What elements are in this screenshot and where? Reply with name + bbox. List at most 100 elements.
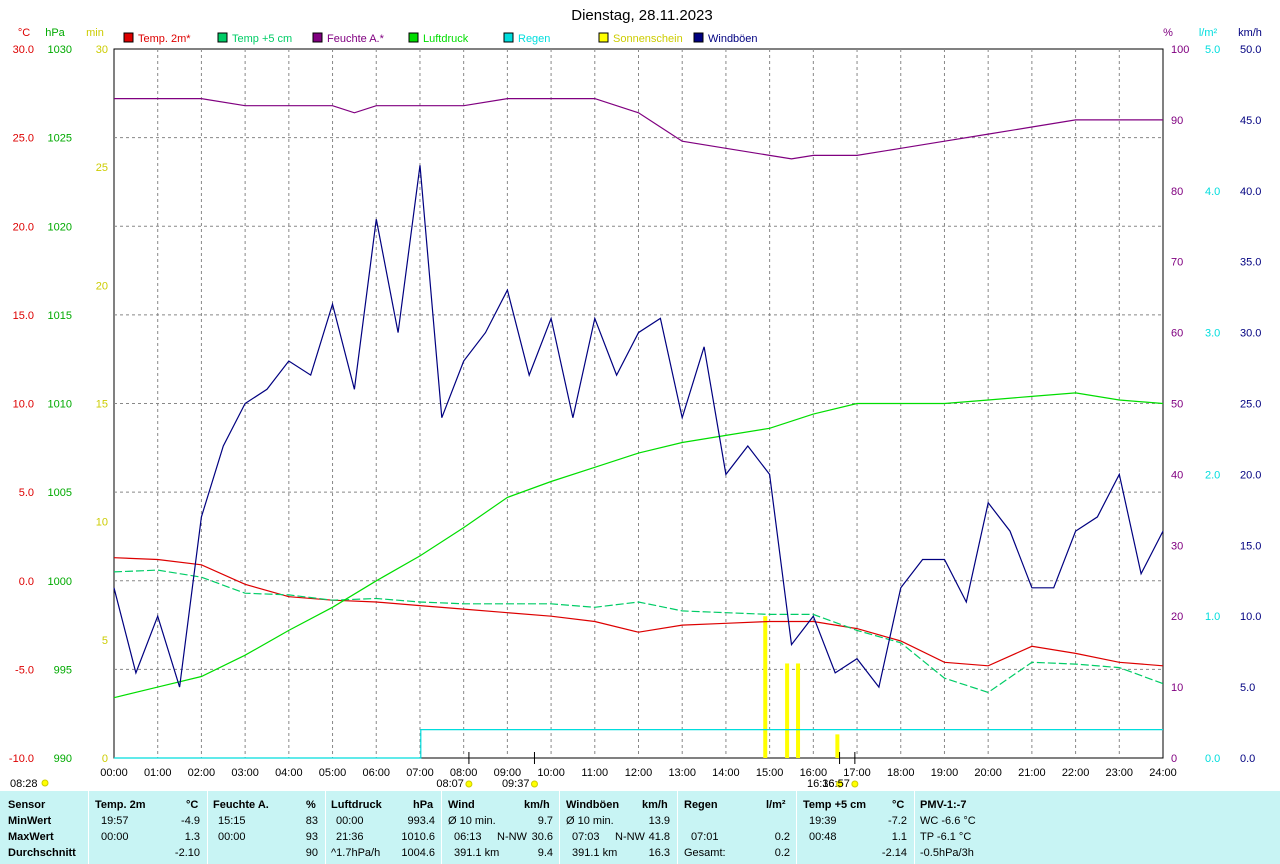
- x-tick-label: 14:00: [712, 767, 740, 779]
- chart-title: Dienstag, 28.11.2023: [571, 7, 713, 24]
- hum-axis-unit: %: [1163, 27, 1173, 39]
- wind-axis-unit: km/h: [1238, 27, 1262, 39]
- marker-label: 08:07: [436, 778, 464, 790]
- rain-tick-label: 2.0: [1205, 469, 1220, 481]
- header-pressure: Luftdruck: [331, 799, 382, 811]
- x-tick-label: 05:00: [319, 767, 347, 779]
- max-hum-time: 00:00: [218, 831, 246, 843]
- press-tick-label: 995: [54, 664, 72, 676]
- sunshine-bar: [796, 663, 801, 758]
- avg-gust-distance: 391.1 km: [572, 847, 618, 859]
- x-tick-label: 22:00: [1062, 767, 1090, 779]
- wind-tick-label: 10.0: [1240, 611, 1261, 623]
- chart-axes: 00:00 01:00 02:00 03:00 04:00 05:00 06:00 07:00…: [9, 27, 1262, 779]
- statistics-table: Sensor Temp. 2m °C Feuchte A. % Luftdruc…: [0, 791, 1280, 864]
- temp-tick-label: -10.0: [9, 753, 34, 765]
- hum-tick-label: 50: [1171, 399, 1183, 411]
- row-min-label: MinWert: [8, 815, 52, 827]
- row-max-label: MaxWert: [8, 831, 54, 843]
- rain-total-label: Gesamt:: [684, 847, 726, 859]
- temp-tick-label: 25.0: [13, 133, 34, 145]
- temp-tick-label: 0.0: [19, 576, 34, 588]
- rain-tick-label: 3.0: [1205, 328, 1220, 340]
- max-press-value: 1010.6: [401, 831, 435, 843]
- temp-axis-unit: °C: [18, 27, 30, 39]
- legend-swatch: [503, 32, 514, 43]
- marker-label: 16:57: [822, 778, 850, 790]
- min-gust-label: Ø 10 min.: [566, 815, 614, 827]
- temp-tick-label: 10.0: [13, 399, 34, 411]
- sun-tick-label: 5: [102, 635, 108, 647]
- hum-tick-label: 100: [1171, 44, 1189, 56]
- max-rain-time: 07:01: [691, 831, 719, 843]
- x-tick-label: 07:00: [406, 767, 434, 779]
- legend-swatch: [598, 32, 609, 43]
- wind-tick-label: 20.0: [1240, 469, 1261, 481]
- min-temp5-value: -7.2: [888, 815, 907, 827]
- min-press-value: 993.4: [407, 815, 435, 827]
- max-temp-time: 00:00: [101, 831, 129, 843]
- avg-gust-value: 16.3: [648, 847, 670, 859]
- wind-tick-label: 0.0: [1240, 753, 1255, 765]
- x-tick-label: 04:00: [275, 767, 303, 779]
- header-temp: Temp. 2m: [95, 799, 146, 811]
- legend-entry: Luftdruck: [423, 33, 469, 45]
- wind-tick-label: 40.0: [1240, 186, 1261, 198]
- legend-swatch: [217, 32, 228, 43]
- wind-tick-label: 25.0: [1240, 399, 1261, 411]
- avg-temp5-value: -2.14: [881, 847, 907, 859]
- x-tick-label: 02:00: [188, 767, 216, 779]
- hum-tick-label: 60: [1171, 328, 1183, 340]
- temp-tick-label: 30.0: [13, 44, 34, 56]
- legend-swatch: [693, 32, 704, 43]
- max-hum-value: 93: [305, 831, 318, 843]
- marker-label: 08:28: [10, 778, 38, 790]
- press-tick-label: 1025: [48, 133, 72, 145]
- legend-entry: Temp. 2m*: [138, 33, 191, 45]
- min-gust-value: 13.9: [648, 815, 670, 827]
- sun-axis-unit: min: [86, 27, 104, 39]
- header-rain: Regen: [684, 799, 718, 811]
- press-tick-label: 1000: [48, 576, 72, 588]
- temp-tick-label: -5.0: [15, 664, 34, 676]
- header-temp-unit: °C: [186, 799, 199, 811]
- x-tick-label: 11:00: [581, 767, 608, 779]
- avg-wind-distance: 391.1 km: [454, 847, 500, 859]
- temp-tick-label: 20.0: [13, 221, 34, 233]
- min-temp-value: -4.9: [181, 815, 200, 827]
- legend-entry: Feuchte A.*: [327, 33, 385, 45]
- min-temp-time: 19:57: [101, 815, 129, 827]
- legend-swatch: [312, 32, 323, 43]
- legend-swatch: [408, 32, 419, 43]
- sun-tick-label: 25: [96, 162, 108, 174]
- row-avg-label: Durchschnitt: [8, 847, 76, 859]
- sun-tick-label: 0: [102, 753, 108, 765]
- press-tick-label: 990: [54, 753, 72, 765]
- hum-tick-label: 0: [1171, 753, 1177, 765]
- sun-icon: [851, 780, 859, 788]
- min-wind-label: Ø 10 min.: [448, 815, 496, 827]
- wind-tick-label: 45.0: [1240, 115, 1261, 127]
- sun-tick-label: 10: [96, 517, 108, 529]
- sun-tick-label: 30: [96, 44, 108, 56]
- avg-temp-value: -2.10: [174, 847, 200, 859]
- legend-entry: Windböen: [708, 33, 758, 45]
- press-tick-label: 1005: [48, 487, 72, 499]
- wind-tick-label: 5.0: [1240, 682, 1255, 694]
- x-tick-label: 03:00: [231, 767, 259, 779]
- x-tick-label: 19:00: [931, 767, 959, 779]
- sun-tick-label: 20: [96, 280, 108, 292]
- pmv-pressure-trend: -0.5hPa/3h: [920, 847, 974, 859]
- press-tick-label: 1030: [48, 44, 72, 56]
- min-press-time: 00:00: [336, 815, 364, 827]
- min-hum-value: 83: [305, 815, 318, 827]
- x-tick-label: 20:00: [974, 767, 1002, 779]
- press-tick-label: 1020: [48, 221, 72, 233]
- wind-tick-label: 15.0: [1240, 540, 1261, 552]
- hum-tick-label: 40: [1171, 469, 1183, 481]
- x-tick-label: 24:00: [1149, 767, 1177, 779]
- min-hum-time: 15:15: [218, 815, 246, 827]
- hum-tick-label: 20: [1171, 611, 1183, 623]
- x-tick-label: 23:00: [1106, 767, 1134, 779]
- header-gust: Windböen: [566, 799, 620, 811]
